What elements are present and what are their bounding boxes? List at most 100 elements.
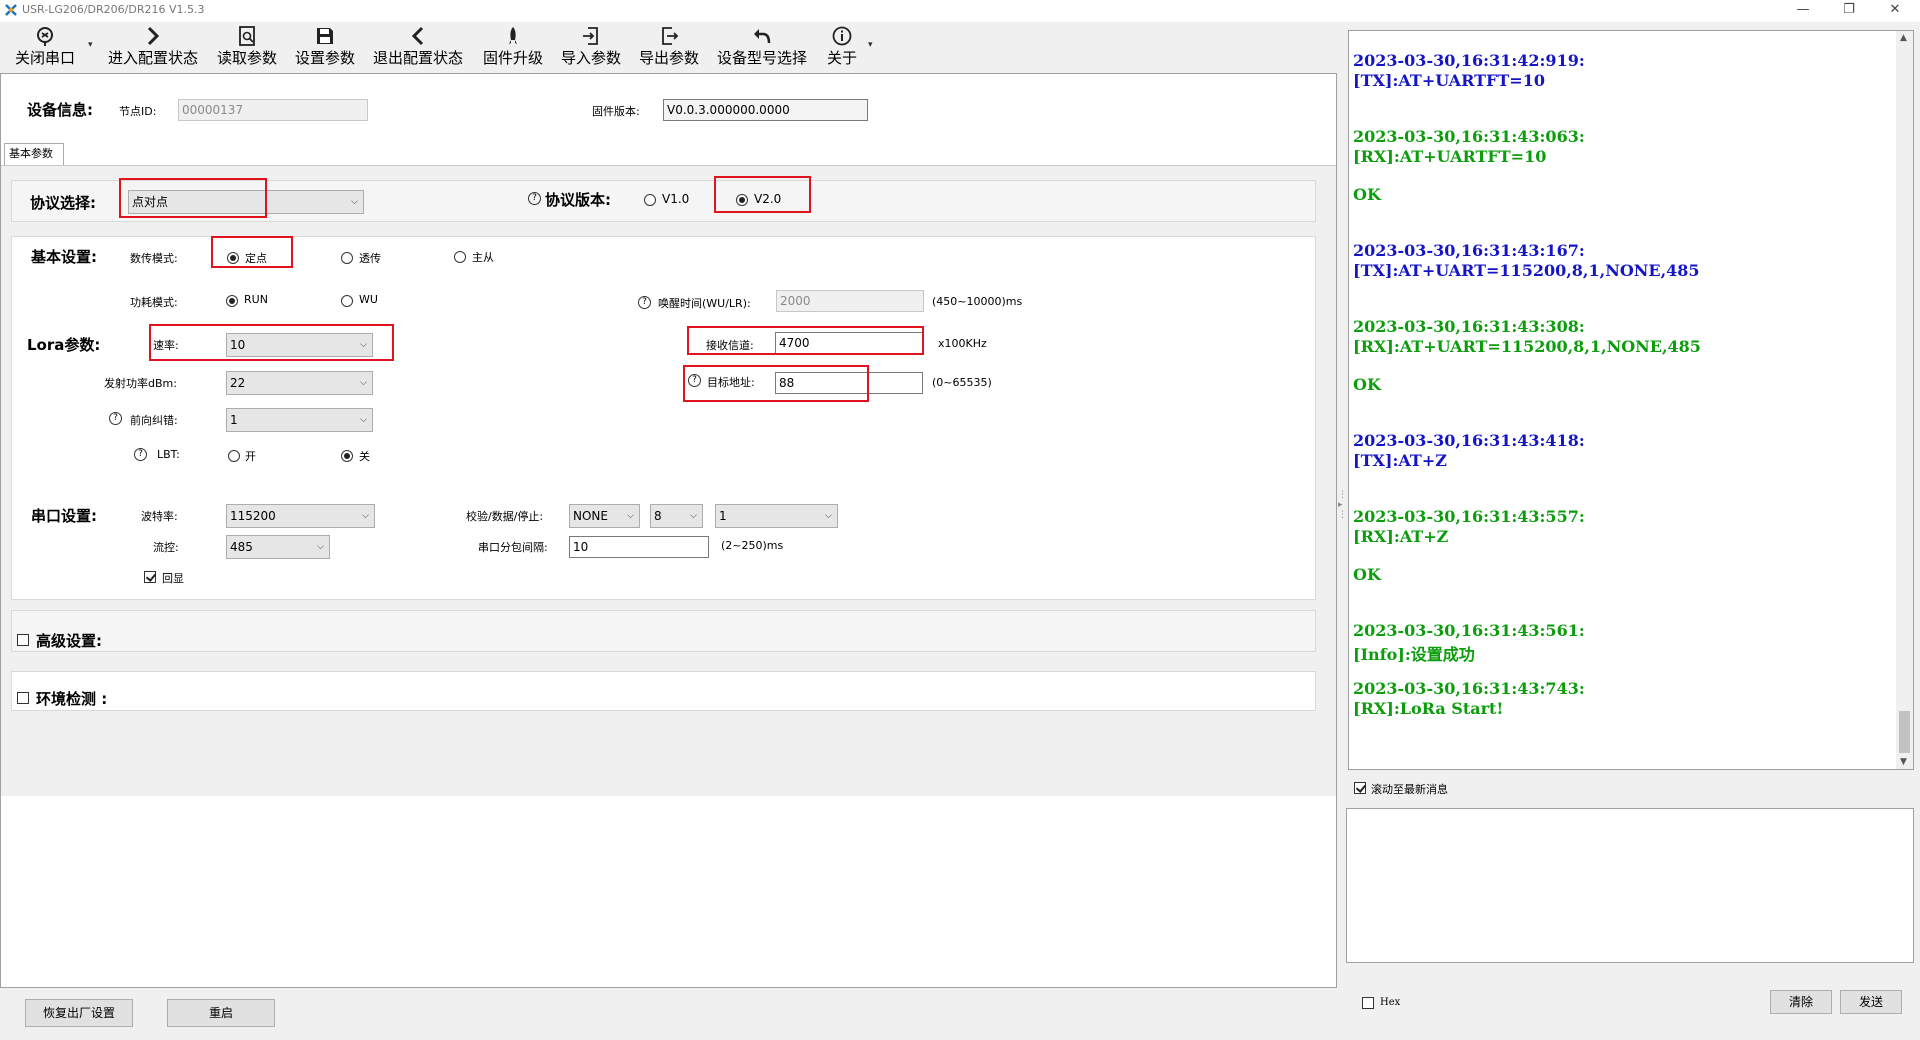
stop-bits-select-value: 1 <box>719 509 727 523</box>
highlight-version <box>714 176 811 213</box>
flow-control-select[interactable]: 485 ⌵ <box>226 535 330 559</box>
device-model-button[interactable]: 设备型号选择 <box>712 22 812 72</box>
node-id-label: 节点ID: <box>119 105 157 118</box>
power-run-label: RUN <box>244 293 268 306</box>
log-line: [Info]:设置成功 <box>1353 645 1475 664</box>
tab-basic-params[interactable]: 基本参数 <box>4 143 64 165</box>
stop-bits-select[interactable]: 1 ⌵ <box>715 504 838 528</box>
plug-icon <box>37 27 53 46</box>
highlight-protocol <box>119 178 267 218</box>
baud-rate-select[interactable]: 115200 ⌵ <box>226 504 375 528</box>
serial-settings-title: 串口设置: <box>31 507 97 525</box>
power-wu-label: WU <box>359 293 378 306</box>
target-address-range: (0~65535) <box>932 376 992 389</box>
enter-config-label: 进入配置状态 <box>107 49 198 67</box>
device-info-title: 设备信息: <box>27 101 93 119</box>
log-line: [RX]:LoRa Start! <box>1353 699 1504 718</box>
info-icon <box>832 26 852 46</box>
chevron-down-icon: ⌵ <box>627 511 634 521</box>
power-mode-label: 功耗模式: <box>130 296 178 309</box>
chevron-down-icon: ⌵ <box>690 511 697 521</box>
close-window-button[interactable]: ✕ <box>1872 0 1918 22</box>
baud-rate-select-value: 115200 <box>230 509 276 523</box>
flow-control-select-value: 485 <box>230 540 253 554</box>
read-params-button[interactable]: 读取参数 <box>212 22 282 72</box>
env-checkbox[interactable] <box>17 692 29 704</box>
import-params-button[interactable]: 导入参数 <box>556 22 626 72</box>
log-line: 2023-03-30,16:31:43:063: <box>1353 127 1585 146</box>
help-icon[interactable]: ? <box>528 192 541 205</box>
tx-power-select[interactable]: 22 ⌵ <box>226 371 373 395</box>
parity-label: 校验/数据/停止: <box>466 510 544 523</box>
exit-config-button[interactable]: 退出配置状态 <box>368 22 468 72</box>
app-icon <box>5 4 17 16</box>
scroll-thumb[interactable] <box>1899 711 1910 753</box>
enter-config-button[interactable]: 进入配置状态 <box>103 22 203 72</box>
data-bits-select-value: 8 <box>654 509 662 523</box>
scroll-up-icon[interactable]: ▲ <box>1900 33 1907 43</box>
document-search-icon <box>239 26 255 46</box>
autoscroll-checkbox[interactable] <box>1354 782 1366 794</box>
receive-channel-unit: x100KHz <box>938 337 987 350</box>
parity-select[interactable]: NONE ⌵ <box>569 504 640 528</box>
advanced-checkbox[interactable] <box>17 634 29 646</box>
log-line: [TX]:AT+UART=115200,8,1,NONE,485 <box>1353 261 1700 280</box>
rocket-icon <box>509 27 517 44</box>
window-title: USR-LG206/DR206/DR216 V1.5.3 <box>22 3 205 16</box>
env-section <box>11 671 1316 711</box>
scroll-down-icon[interactable]: ▼ <box>1900 757 1907 767</box>
log-line: [TX]:AT+Z <box>1353 451 1447 470</box>
packet-interval-range: (2~250)ms <box>721 539 784 552</box>
node-id-field: 00000137 <box>178 99 368 121</box>
close-port-button[interactable]: 关闭串口 <box>10 22 80 72</box>
log-line: 2023-03-30,16:31:43:308: <box>1353 317 1585 336</box>
export-params-button[interactable]: 导出参数 <box>634 22 704 72</box>
chevron-left-icon <box>411 26 424 46</box>
splitter-handle[interactable]: ⋮ ▸ ⋮ <box>1338 490 1347 570</box>
highlight-channel <box>687 326 924 355</box>
echo-checkbox[interactable] <box>144 571 156 583</box>
radio-power-wu[interactable] <box>341 295 353 307</box>
lbt-on-label: 开 <box>245 450 256 463</box>
firmware-upgrade-label: 固件升级 <box>482 49 543 67</box>
undo-arrow-icon <box>754 29 771 44</box>
clear-button[interactable]: 清除 <box>1770 990 1832 1014</box>
restart-button[interactable]: 重启 <box>167 999 275 1027</box>
data-bits-select[interactable]: 8 ⌵ <box>650 504 703 528</box>
radio-power-run[interactable] <box>226 295 238 307</box>
chevron-down-icon: ⌵ <box>351 197 358 207</box>
about-button[interactable]: 关于 <box>820 22 864 72</box>
radio-mode-transparent[interactable] <box>341 252 353 264</box>
help-icon[interactable]: ? <box>134 448 147 461</box>
v1-label: V1.0 <box>662 192 690 206</box>
toolbar: 关闭串口 ▾ 进入配置状态 读取参数 设置参数 退出配置状态 固件升级 导入参数… <box>0 22 1340 72</box>
send-input[interactable] <box>1346 808 1914 963</box>
log-scrollbar[interactable]: ▲ ▼ <box>1896 31 1913 769</box>
restore-button[interactable]: ❐ <box>1826 0 1872 22</box>
log-line: 2023-03-30,16:31:43:743: <box>1353 679 1585 698</box>
radio-lbt-off[interactable] <box>341 450 353 462</box>
exit-config-label: 退出配置状态 <box>372 49 463 67</box>
lora-params-title: Lora参数: <box>27 336 101 354</box>
fec-select-value: 1 <box>230 413 238 427</box>
hex-checkbox[interactable] <box>1362 997 1374 1009</box>
radio-v1[interactable] <box>644 194 656 206</box>
radio-mode-master-slave[interactable] <box>454 251 466 263</box>
close-port-dropdown-icon[interactable]: ▾ <box>88 40 93 50</box>
minimize-button[interactable]: — <box>1780 0 1826 22</box>
firmware-upgrade-button[interactable]: 固件升级 <box>478 22 548 72</box>
send-button[interactable]: 发送 <box>1840 990 1902 1014</box>
help-icon[interactable]: ? <box>638 296 651 309</box>
chevron-down-icon: ⌵ <box>317 542 324 552</box>
help-icon[interactable]: ? <box>109 412 122 425</box>
wake-time-label: 唤醒时间(WU/LR): <box>658 297 751 310</box>
export-icon <box>662 27 679 45</box>
fec-select[interactable]: 1 ⌵ <box>226 408 373 432</box>
mode-master-slave-label: 主从 <box>472 251 494 264</box>
about-dropdown-icon[interactable]: ▾ <box>868 40 873 50</box>
factory-reset-button[interactable]: 恢复出厂设置 <box>25 999 133 1027</box>
set-params-button[interactable]: 设置参数 <box>290 22 360 72</box>
radio-lbt-on[interactable] <box>228 450 240 462</box>
packet-interval-field[interactable]: 10 <box>569 536 709 558</box>
firmware-version-field: V0.0.3.000000.0000 <box>663 99 868 121</box>
